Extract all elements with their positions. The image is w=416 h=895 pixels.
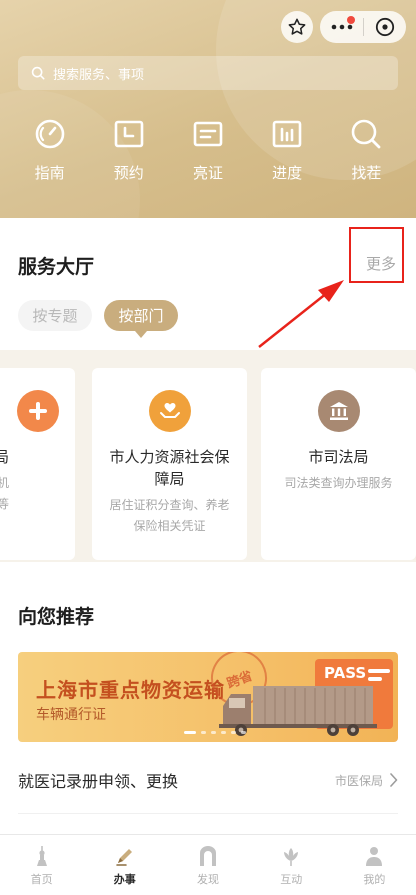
department-card[interactable]: 保障局 、医疗机 信息查询等 — [0, 368, 75, 560]
quick-action-label: 指南 — [34, 164, 65, 182]
quick-action-find-issue[interactable]: 找茬 — [336, 118, 396, 188]
department-cards: 保障局 、医疗机 信息查询等 市人力资源社会保障局 居住证积分查询、养老保险相关… — [0, 350, 416, 562]
banner-title: 上海市重点物资运输 — [36, 678, 225, 702]
tab-pointer — [135, 331, 147, 338]
tab-services[interactable]: 办事 — [83, 835, 166, 895]
plus-icon — [16, 390, 59, 432]
header: 搜索服务、事项 指南 预约 亮证 进度 找茬 — [0, 0, 416, 218]
department-card[interactable]: 市司法局 司法类查询办理服务 — [261, 368, 416, 560]
gauge-icon — [35, 119, 64, 149]
pass-line — [368, 677, 382, 681]
divider — [18, 813, 398, 814]
list-item-tag: 市医保局 — [334, 773, 383, 788]
highlight-box — [349, 227, 404, 283]
banner-subtitle: 车辆通行证 — [36, 707, 106, 723]
close-circle-icon — [375, 17, 395, 37]
tab-by-department[interactable]: 按部门 — [104, 300, 178, 338]
department-card[interactable]: 市人力资源社会保障局 居住证积分查询、养老保险相关凭证 — [92, 368, 247, 560]
department-name: 市司法局 — [308, 448, 369, 466]
search-icon — [352, 119, 381, 149]
promo-banner[interactable]: 上海市重点物资运输 车辆通行证 跨省 PASS — [18, 652, 398, 742]
tab-discover[interactable]: 发现 — [166, 835, 249, 895]
tab-label: 办事 — [113, 873, 136, 886]
tab-label: 首页 — [30, 873, 53, 886]
pen-icon — [116, 849, 132, 866]
carousel-indicator — [184, 731, 246, 734]
pass-line — [368, 669, 390, 673]
list-item-title: 就医记录册申领、更换 — [18, 772, 179, 791]
court-building-icon — [317, 390, 360, 432]
department-name: 保障局 — [0, 448, 9, 466]
id-card-icon — [193, 121, 223, 147]
search-placeholder: 搜索服务、事项 — [53, 67, 145, 83]
notification-dot — [347, 16, 355, 24]
tab-label: 我的 — [363, 873, 386, 886]
heart-hand-icon — [148, 390, 191, 432]
close-miniapp-button[interactable] — [364, 11, 406, 43]
more-dots-icon — [331, 24, 352, 30]
quick-action-label: 进度 — [272, 164, 303, 182]
department-desc: 、医疗机 信息查询等 — [0, 476, 9, 511]
tab-interact[interactable]: 互动 — [250, 835, 333, 895]
tab-label: 按部门 — [118, 307, 164, 325]
bottom-tab-bar: 首页 办事 发现 互动 我的 — [0, 834, 416, 895]
search-bar[interactable]: 搜索服务、事项 — [18, 56, 398, 90]
gate-icon — [200, 846, 216, 866]
quick-action-label: 亮证 — [192, 164, 223, 182]
quick-action-label: 预约 — [113, 164, 144, 182]
search-icon — [31, 66, 45, 80]
calendar-clock-icon — [114, 120, 144, 148]
quick-action-show-id[interactable]: 亮证 — [178, 118, 238, 188]
quick-action-guide[interactable]: 指南 — [20, 118, 80, 188]
pagoda-icon — [36, 846, 47, 866]
progress-chart-icon — [272, 120, 302, 148]
miniapp-capsule — [320, 11, 406, 43]
quick-action-label: 找茬 — [351, 164, 382, 182]
pass-label: PASS — [324, 664, 367, 682]
tab-profile[interactable]: 我的 — [333, 835, 416, 895]
magnolia-icon — [284, 848, 299, 866]
section-title: 服务大厅 — [18, 256, 95, 278]
star-icon — [288, 18, 306, 35]
tab-home[interactable]: 首页 — [0, 835, 83, 895]
tab-label: 互动 — [280, 873, 303, 886]
quick-actions: 指南 预约 亮证 进度 找茬 — [0, 118, 416, 188]
quick-action-progress[interactable]: 进度 — [257, 118, 317, 188]
chevron-right-icon — [390, 773, 398, 787]
favorite-button[interactable] — [281, 11, 313, 43]
department-desc: 司法类查询办理服务 — [284, 476, 393, 490]
department-desc: 居住证积分查询、养老保险相关凭证 — [109, 498, 230, 533]
tab-label: 发现 — [197, 873, 219, 886]
section-title: 向您推荐 — [18, 606, 95, 628]
list-item[interactable]: 就医记录册申领、更换 市医保局 — [18, 760, 398, 800]
tab-by-topic[interactable]: 按专题 — [18, 300, 92, 331]
department-name: 市人力资源社会保障局 — [109, 448, 230, 488]
user-icon — [366, 847, 383, 866]
more-menu-button[interactable] — [320, 11, 363, 43]
quick-action-appointment[interactable]: 预约 — [99, 118, 159, 188]
